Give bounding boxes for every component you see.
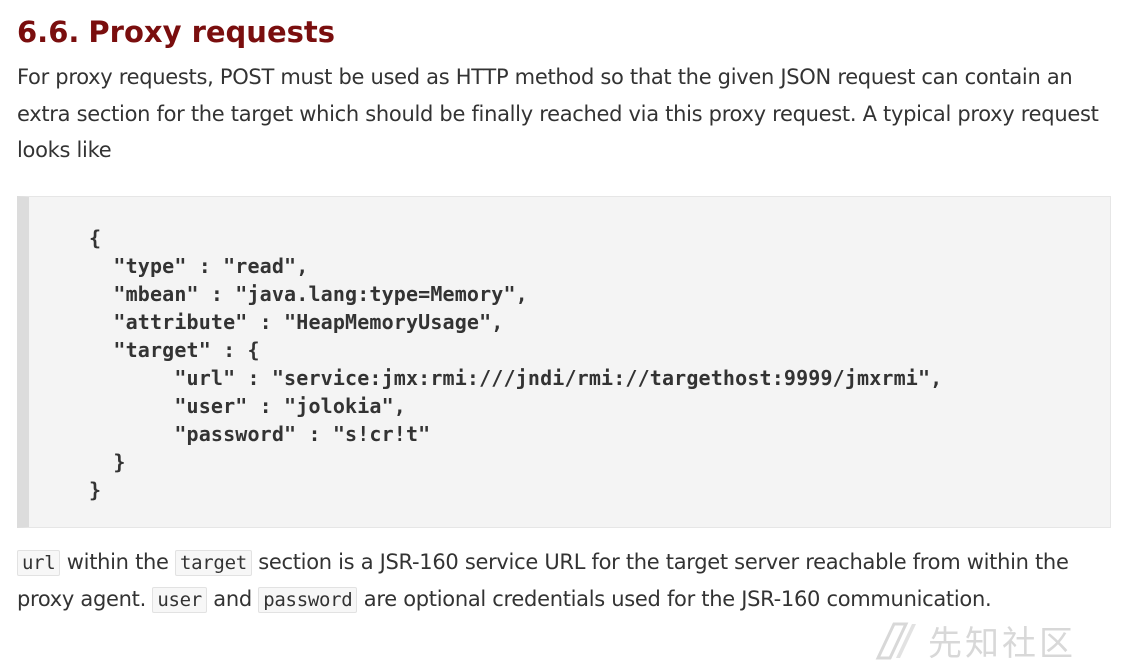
- code-line: "attribute" : "HeapMemoryUsage",: [89, 309, 504, 334]
- section-number: 6.6.: [17, 15, 80, 49]
- code-line: "target" : {: [89, 337, 260, 362]
- explanation-text: are optional credentials used for the JS…: [357, 587, 992, 611]
- json-code: { "type" : "read", "mbean" : "java.lang:…: [89, 224, 942, 504]
- code-line: "mbean" : "java.lang:type=Memory",: [89, 281, 528, 306]
- watermark-text: 先知社区: [928, 623, 1076, 664]
- code-line: }: [89, 449, 126, 474]
- inline-code-target: target: [175, 549, 252, 576]
- code-block: { "type" : "read", "mbean" : "java.lang:…: [17, 195, 1111, 528]
- inline-code-url: url: [17, 549, 61, 576]
- intro-paragraph: For proxy requests, POST must be used as…: [17, 65, 1099, 162]
- watermark: 先知社区: [872, 612, 1130, 668]
- inline-code-user: user: [152, 587, 207, 613]
- xianzhi-logo-icon: [875, 622, 916, 660]
- section-title: Proxy requests: [88, 15, 336, 49]
- explanation-text: and: [206, 587, 259, 611]
- explanation-paragraph: url within the target section is a JSR-1…: [17, 544, 1111, 619]
- code-line: "url" : "service:jmx:rmi:///jndi/rmi://t…: [89, 365, 943, 390]
- code-line: }: [89, 477, 102, 502]
- section-heading: 6.6. Proxy requests: [17, 12, 1111, 52]
- code-line: "password" : "s!cr!t": [89, 421, 431, 446]
- inline-code-password: password: [258, 587, 358, 613]
- code-line: "type" : "read",: [89, 253, 309, 278]
- documentation-page: 6.6. Proxy requests For proxy requests, P…: [17, 0, 1111, 619]
- explanation-text: within the: [60, 549, 176, 574]
- code-line: {: [89, 225, 102, 250]
- code-line: "user" : "jolokia",: [89, 393, 406, 418]
